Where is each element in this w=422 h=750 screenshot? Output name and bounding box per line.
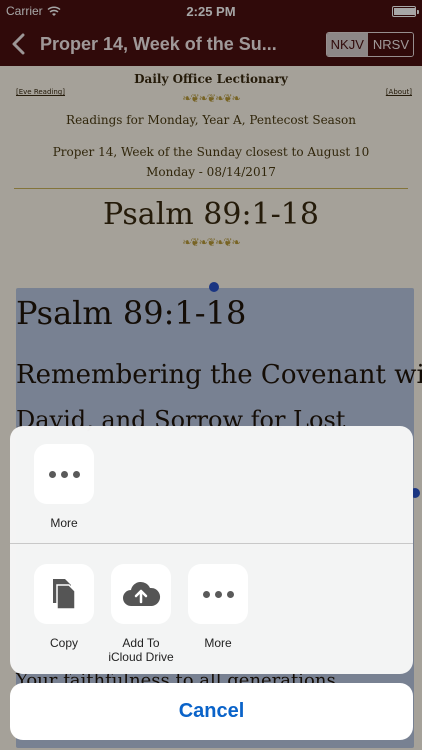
more-icon [188,564,248,624]
icloud-drive-action[interactable]: Add To iCloud Drive [103,564,179,664]
share-sheet: More Copy Add To iCloud Drive More [10,426,413,674]
action-label: More [204,636,232,650]
more-top-action[interactable]: More [26,444,102,530]
share-sheet-top-row: More [10,426,413,544]
cancel-button[interactable]: Cancel [10,683,413,740]
action-label: More [50,516,78,530]
share-sheet-bottom-row: Copy Add To iCloud Drive More [10,544,413,674]
action-label: Copy [49,636,78,650]
more-bottom-action[interactable]: More [180,564,256,650]
copy-action[interactable]: Copy [26,564,102,650]
copy-icon [34,564,94,624]
action-label: Add To iCloud Drive [108,636,174,664]
more-icon [34,444,94,504]
icloud-upload-icon [111,564,171,624]
